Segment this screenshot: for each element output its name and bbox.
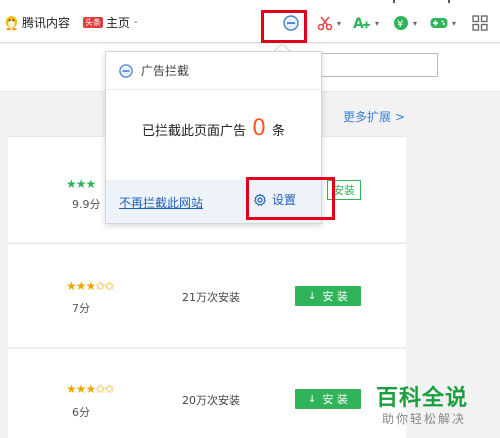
watermark-sub: 助你轻松解决 (382, 412, 467, 426)
bookmark-tencent-content[interactable]: 腾讯内容 (4, 14, 70, 31)
chevron-down-icon[interactable]: ▾ (375, 19, 379, 28)
more-extensions-link[interactable]: 更多扩展 > (343, 108, 405, 125)
rating-stars: ★★★✩✩ (66, 279, 114, 293)
screenshot-toolbar-button[interactable]: ▾ (317, 12, 341, 34)
popup-header: 广告拦截 (106, 52, 321, 90)
chevron-down-icon[interactable]: ▾ (337, 19, 341, 28)
news-badge: 头条 (83, 17, 103, 28)
gamepad-icon (430, 18, 448, 28)
watermark-main: 百科全说 (376, 386, 469, 411)
rating-score: 9.9分 (72, 198, 101, 211)
rating-stars: ★★★✩✩ (66, 382, 114, 396)
blocked-count-message: 已拦截此页面广告 0 条 (106, 118, 321, 140)
bookmark-home[interactable]: 头条 主页 - (83, 14, 138, 31)
watermark-logo: 百科全说 助你轻松解决 (376, 380, 500, 438)
chevron-down-icon[interactable]: - (134, 17, 138, 28)
list-item: ★★★✩✩ 7分 21万次安装 ↓ 安 装 (8, 243, 406, 347)
blocked-prefix: 已拦截此页面广告 (141, 123, 246, 139)
bookmark-label: 主页 (106, 16, 131, 30)
translate-toolbar-button[interactable]: A ▾ (353, 12, 379, 34)
svg-text:¥: ¥ (397, 19, 403, 30)
adblock-icon (119, 63, 133, 78)
rating-stars: ★★★ (66, 177, 96, 191)
highlight-box (246, 177, 335, 220)
game-toolbar-button[interactable]: ▾ (430, 12, 456, 34)
apps-grid-icon (472, 15, 488, 31)
rating-score: 7分 (72, 302, 90, 315)
install-label: 安装 (333, 184, 355, 197)
scissors-icon (317, 16, 333, 31)
disable-blocking-link[interactable]: 不再拦截此网站 (119, 194, 203, 211)
download-arrow-icon: ↓ (308, 393, 317, 405)
qq-penguin-icon (5, 15, 18, 30)
browser-toolbar: 腾讯内容 头条 主页 - ▾ A ▾ ¥ ▾ ▾ (0, 3, 500, 43)
download-arrow-icon: ↓ (308, 290, 317, 302)
svg-text:A: A (353, 16, 364, 31)
rating-score: 6分 (72, 406, 90, 419)
apps-toolbar-button[interactable] (472, 12, 488, 34)
bookmark-label: 腾讯内容 (22, 16, 71, 30)
chevron-down-icon[interactable]: ▾ (413, 19, 417, 28)
yen-coin-icon: ¥ (394, 16, 408, 30)
search-input[interactable] (318, 53, 438, 77)
popup-title: 广告拦截 (141, 64, 190, 78)
highlight-box (261, 10, 307, 43)
shopping-toolbar-button[interactable]: ¥ ▾ (393, 12, 417, 34)
install-label: 安 装 (322, 393, 348, 406)
blocked-count: 0 (252, 116, 266, 141)
install-count: 20万次安装 (182, 394, 240, 407)
install-button[interactable]: ↓ 安 装 (295, 389, 361, 409)
list-item: ★★★✩✩ 6分 20万次安装 ↓ 安 装 (8, 348, 406, 438)
chevron-down-icon[interactable]: ▾ (452, 19, 456, 28)
translate-icon: A (353, 16, 370, 31)
install-label: 安 装 (322, 290, 348, 303)
install-count: 21万次安装 (182, 291, 240, 304)
install-button[interactable]: ↓ 安 装 (295, 286, 361, 306)
blocked-suffix: 条 (272, 123, 286, 139)
